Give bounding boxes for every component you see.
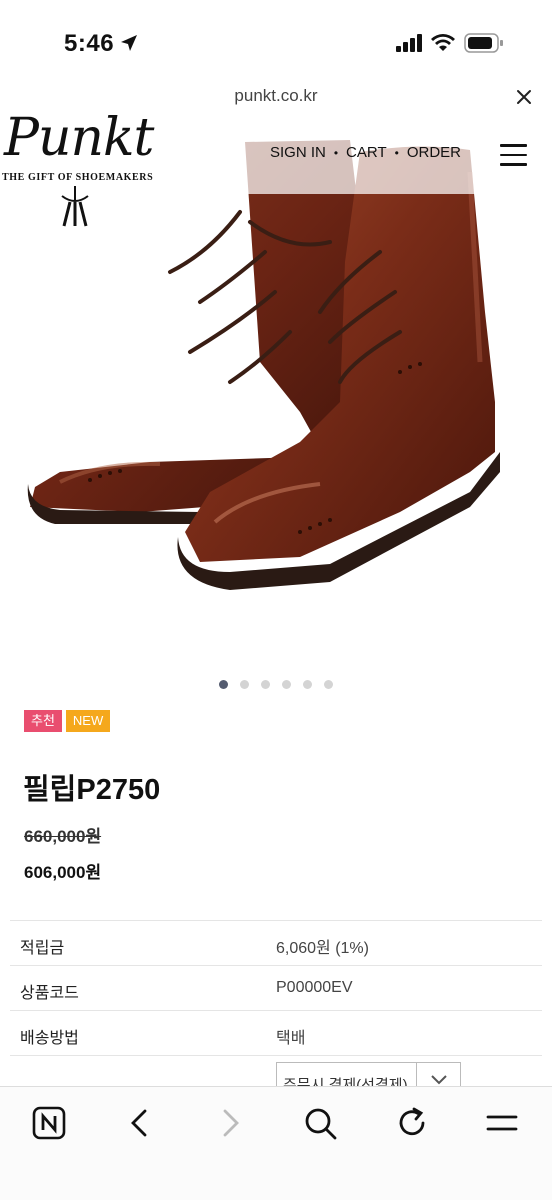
gallery-pagination xyxy=(0,676,552,689)
nav-sign-in[interactable]: SIGN IN xyxy=(270,144,326,161)
status-time: 5:46 xyxy=(64,30,115,57)
menu-icon[interactable] xyxy=(484,1105,520,1141)
nav-separator: • xyxy=(333,146,339,160)
info-value: 6,060원 (1%) xyxy=(276,940,369,957)
gallery-dot[interactable] xyxy=(261,680,270,689)
browser-toolbar xyxy=(0,1086,552,1200)
info-row-shipping: 배송방법 택배 xyxy=(10,1011,542,1056)
product-title: 필립P2750 xyxy=(23,774,161,806)
chevron-down-icon xyxy=(431,1075,447,1085)
url-text[interactable]: punkt.co.kr xyxy=(0,86,552,106)
product-badges: 추천 NEW xyxy=(24,710,114,732)
wifi-icon xyxy=(431,34,455,51)
site-logo[interactable]: Punkt THE GIFT OF SHOEMAKERS xyxy=(0,108,170,230)
forward-icon[interactable] xyxy=(212,1105,248,1141)
info-row-points: 적립금 6,060원 (1%) xyxy=(10,921,542,966)
logo-tagline: THE GIFT OF SHOEMAKERS xyxy=(2,172,154,183)
badge-new: NEW xyxy=(65,710,111,732)
status-bar: 5:46 xyxy=(0,0,552,80)
info-label: 배송방법 xyxy=(20,1030,79,1047)
reload-icon[interactable] xyxy=(394,1105,430,1141)
back-icon[interactable] xyxy=(122,1105,158,1141)
logo-text: Punkt xyxy=(4,108,154,168)
sale-price: 606,000원 xyxy=(24,863,102,882)
location-arrow-icon xyxy=(121,35,137,51)
gallery-dot[interactable] xyxy=(324,680,333,689)
naver-icon[interactable] xyxy=(32,1105,68,1141)
info-row-code: 상품코드 P00000EV xyxy=(10,966,542,1011)
site-header: Punkt THE GIFT OF SHOEMAKERS SIGN IN • CAR… xyxy=(0,108,552,227)
info-label: 적립금 xyxy=(20,940,65,957)
cellular-signal-icon xyxy=(396,34,422,52)
info-label: 상품코드 xyxy=(20,985,79,1002)
gallery-dot[interactable] xyxy=(240,680,249,689)
search-icon[interactable] xyxy=(302,1105,338,1141)
nav-separator: • xyxy=(394,146,399,160)
info-value: 택배 xyxy=(276,1030,306,1047)
tassel-icon xyxy=(61,186,89,227)
nav-order[interactable]: ORDER xyxy=(407,144,461,161)
nav-cart[interactable]: CART xyxy=(346,144,387,161)
original-price: 660,000원 xyxy=(24,827,102,846)
badge-recommend: 추천 xyxy=(24,710,62,732)
product-info-table: 적립금 6,060원 (1%) 상품코드 P00000EV 배송방법 택배 xyxy=(10,920,542,1056)
info-value: P00000EV xyxy=(276,979,353,996)
hamburger-menu-icon[interactable] xyxy=(500,144,527,166)
gallery-dot[interactable] xyxy=(282,680,291,689)
gallery-dot[interactable] xyxy=(303,680,312,689)
battery-icon xyxy=(464,33,503,53)
close-icon[interactable] xyxy=(513,86,535,108)
top-nav: SIGN IN • CART • ORDER xyxy=(270,144,461,161)
gallery-dot[interactable] xyxy=(219,680,228,689)
